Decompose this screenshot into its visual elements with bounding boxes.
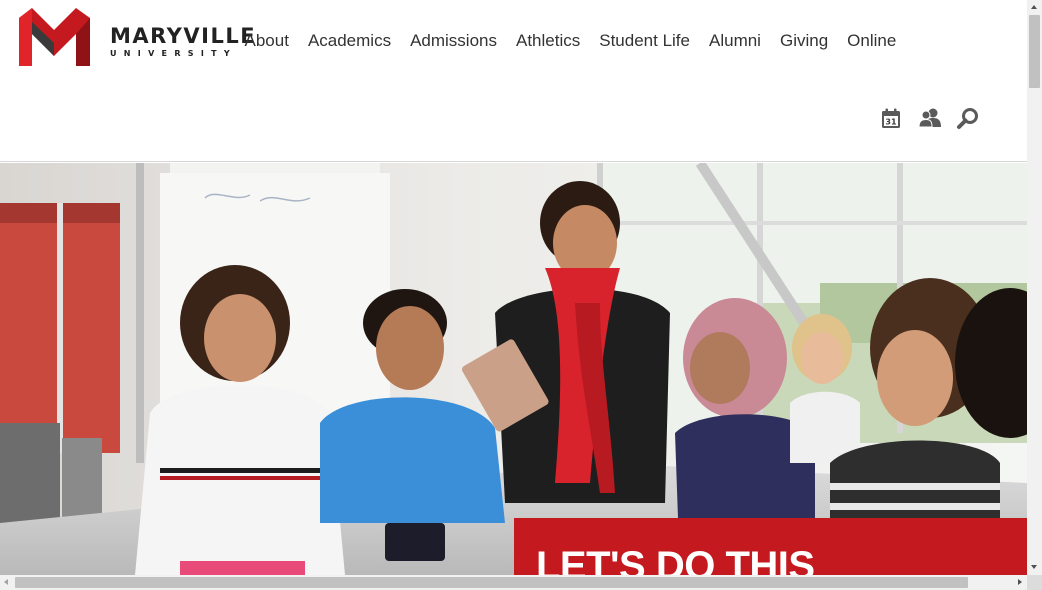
hero: LET'S DO THIS bbox=[0, 163, 1027, 575]
nav-item-online[interactable]: Online bbox=[838, 28, 906, 54]
hero-headline: LET'S DO THIS bbox=[536, 544, 815, 575]
nav-item-student-life[interactable]: Student Life bbox=[590, 28, 700, 54]
browser-viewport: MARYVILLE UNIVERSITY About Academics Adm… bbox=[0, 0, 1027, 575]
vertical-scrollbar[interactable] bbox=[1027, 0, 1042, 575]
maryville-logo-link[interactable]: MARYVILLE UNIVERSITY bbox=[14, 8, 255, 68]
calendar-button[interactable]: 31 bbox=[872, 104, 910, 132]
calendar-day: 31 bbox=[885, 118, 897, 127]
scroll-right-arrow-icon[interactable] bbox=[1018, 579, 1022, 585]
maryville-m-logo-icon bbox=[19, 8, 90, 66]
main-nav: About Academics Admissions Athletics Stu… bbox=[235, 28, 906, 54]
nav-item-about[interactable]: About bbox=[235, 28, 298, 54]
nav-item-academics[interactable]: Academics bbox=[298, 28, 400, 54]
scroll-down-arrow-icon[interactable] bbox=[1031, 565, 1037, 569]
horizontal-scroll-thumb[interactable] bbox=[15, 577, 968, 588]
horizontal-scrollbar[interactable] bbox=[0, 575, 1027, 590]
nav-item-admissions[interactable]: Admissions bbox=[401, 28, 507, 54]
nav-item-athletics[interactable]: Athletics bbox=[507, 28, 590, 54]
directory-button[interactable] bbox=[910, 104, 948, 132]
scrollbar-corner bbox=[1027, 575, 1042, 590]
site-header: MARYVILLE UNIVERSITY About Academics Adm… bbox=[0, 0, 1027, 162]
nav-item-alumni[interactable]: Alumni bbox=[700, 28, 771, 54]
search-button[interactable] bbox=[948, 104, 986, 132]
hero-photo bbox=[0, 163, 1027, 575]
scroll-left-arrow-icon[interactable] bbox=[4, 579, 8, 585]
scroll-up-arrow-icon[interactable] bbox=[1031, 5, 1037, 9]
nav-item-giving[interactable]: Giving bbox=[770, 28, 837, 54]
hero-banner: LET'S DO THIS bbox=[514, 518, 1027, 575]
utility-nav: 31 bbox=[872, 104, 986, 132]
people-icon bbox=[918, 108, 941, 128]
search-icon bbox=[957, 108, 978, 129]
vertical-scroll-thumb[interactable] bbox=[1029, 15, 1040, 88]
calendar-icon: 31 bbox=[882, 108, 900, 128]
